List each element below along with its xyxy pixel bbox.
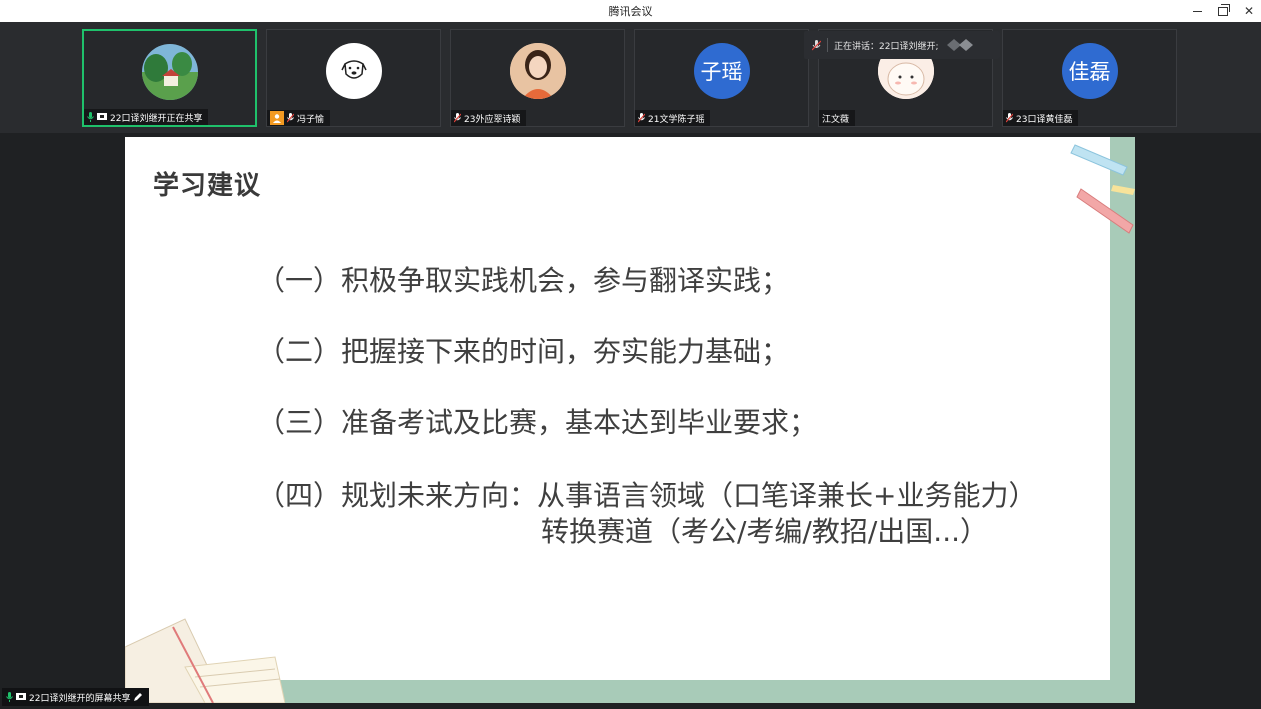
participant-name: 江文薇 bbox=[822, 114, 850, 125]
screen-share-icon bbox=[97, 113, 107, 120]
annotate-pen-icon[interactable] bbox=[133, 692, 143, 702]
slide-point-continuation: 转换赛道（考公/考编/教招/出国...） bbox=[541, 515, 989, 548]
participant-name: 23口译黄佳磊 bbox=[1016, 114, 1073, 125]
participant-nameplate: 22口译刘继开正在共享 bbox=[84, 109, 209, 125]
presentation-slide: 学习建议 （一）积极争取实践机会，参与翻译实践； （二）把握接下来的时间，夯实能… bbox=[125, 137, 1135, 703]
shared-screen-stage: 学习建议 （一）积极争取实践机会，参与翻译实践； （二）把握接下来的时间，夯实能… bbox=[0, 133, 1261, 709]
participant-avatar: 佳磊 bbox=[1061, 43, 1118, 99]
microphone-muted-icon bbox=[638, 113, 645, 123]
restore-button[interactable] bbox=[1210, 0, 1236, 22]
microphone-icon bbox=[6, 692, 13, 702]
participant-nameplate: 23口译黄佳磊 bbox=[1003, 110, 1079, 126]
divider bbox=[827, 38, 828, 52]
participant-tile[interactable]: 22口译刘继开正在共享 bbox=[82, 29, 257, 127]
participant-nameplate: 江文薇 bbox=[819, 110, 856, 126]
participant-name: 冯子愉 bbox=[297, 114, 325, 125]
restore-icon bbox=[1218, 3, 1230, 16]
microphone-muted-icon bbox=[454, 113, 461, 123]
minimize-icon bbox=[1192, 10, 1202, 12]
microphone-icon bbox=[87, 112, 94, 122]
dog-drawing-icon bbox=[340, 60, 367, 79]
participant-avatar bbox=[141, 44, 198, 100]
participant-avatar bbox=[325, 43, 382, 99]
participant-tile[interactable]: 23外应翠诗颖 bbox=[450, 29, 625, 127]
participant-tile[interactable]: 子瑶 21文学陈子瑶 bbox=[634, 29, 809, 127]
participant-nameplate: 21文学陈子瑶 bbox=[635, 110, 711, 126]
participant-nameplate: 23外应翠诗颖 bbox=[451, 110, 527, 126]
microphone-muted-icon bbox=[812, 39, 821, 50]
host-icon bbox=[270, 111, 284, 125]
participant-name: 23外应翠诗颖 bbox=[464, 114, 521, 125]
participant-nameplate: 冯子愉 bbox=[267, 110, 331, 126]
participant-tile[interactable]: 佳磊 23口译黄佳磊 bbox=[1002, 29, 1177, 127]
participant-name: 22口译刘继开正在共享 bbox=[110, 113, 203, 124]
microphone-muted-icon bbox=[1006, 113, 1013, 123]
share-label-text: 22口译刘继开的屏幕共享 bbox=[29, 693, 131, 704]
participant-gallery: 22口译刘继开正在共享 冯子愉 23外应翠诗颖 子瑶 21文学陈子瑶 江文薇 佳… bbox=[0, 22, 1261, 133]
microphone-muted-icon bbox=[287, 113, 294, 123]
window-title: 腾讯会议 bbox=[608, 5, 653, 18]
slide-point: （二）把握接下来的时间，夯实能力基础； bbox=[257, 335, 790, 368]
participant-avatar: 子瑶 bbox=[693, 43, 750, 99]
slide-point: （三）准备考试及比赛，基本达到毕业要求； bbox=[257, 406, 818, 439]
speaking-text: 正在讲话：22口译刘继开; bbox=[834, 41, 939, 52]
minimize-button[interactable] bbox=[1184, 0, 1210, 22]
pencil-decoration-icon bbox=[1070, 144, 1135, 234]
screen-share-label[interactable]: 22口译刘继开的屏幕共享 bbox=[2, 688, 150, 706]
screen-share-icon bbox=[16, 693, 26, 700]
gallery-scroll-icon[interactable] bbox=[945, 38, 977, 52]
slide-point: （一）积极争取实践机会，参与翻译实践； bbox=[257, 264, 790, 297]
slide-paper: 学习建议 （一）积极争取实践机会，参与翻译实践； （二）把握接下来的时间，夯实能… bbox=[125, 137, 1110, 680]
participant-tile[interactable]: 冯子愉 bbox=[266, 29, 441, 127]
speaking-indicator: 正在讲话：22口译刘继开; bbox=[804, 31, 1000, 59]
slide-title: 学习建议 bbox=[153, 171, 262, 201]
title-bar: 腾讯会议 ✕ bbox=[0, 0, 1261, 22]
close-icon: ✕ bbox=[1243, 4, 1255, 18]
slide-point: （四）规划未来方向：从事语言领域（口笔译兼长+业务能力） bbox=[257, 479, 1037, 512]
participant-name: 21文学陈子瑶 bbox=[648, 114, 705, 125]
close-button[interactable]: ✕ bbox=[1236, 0, 1261, 22]
participant-avatar bbox=[509, 43, 566, 99]
